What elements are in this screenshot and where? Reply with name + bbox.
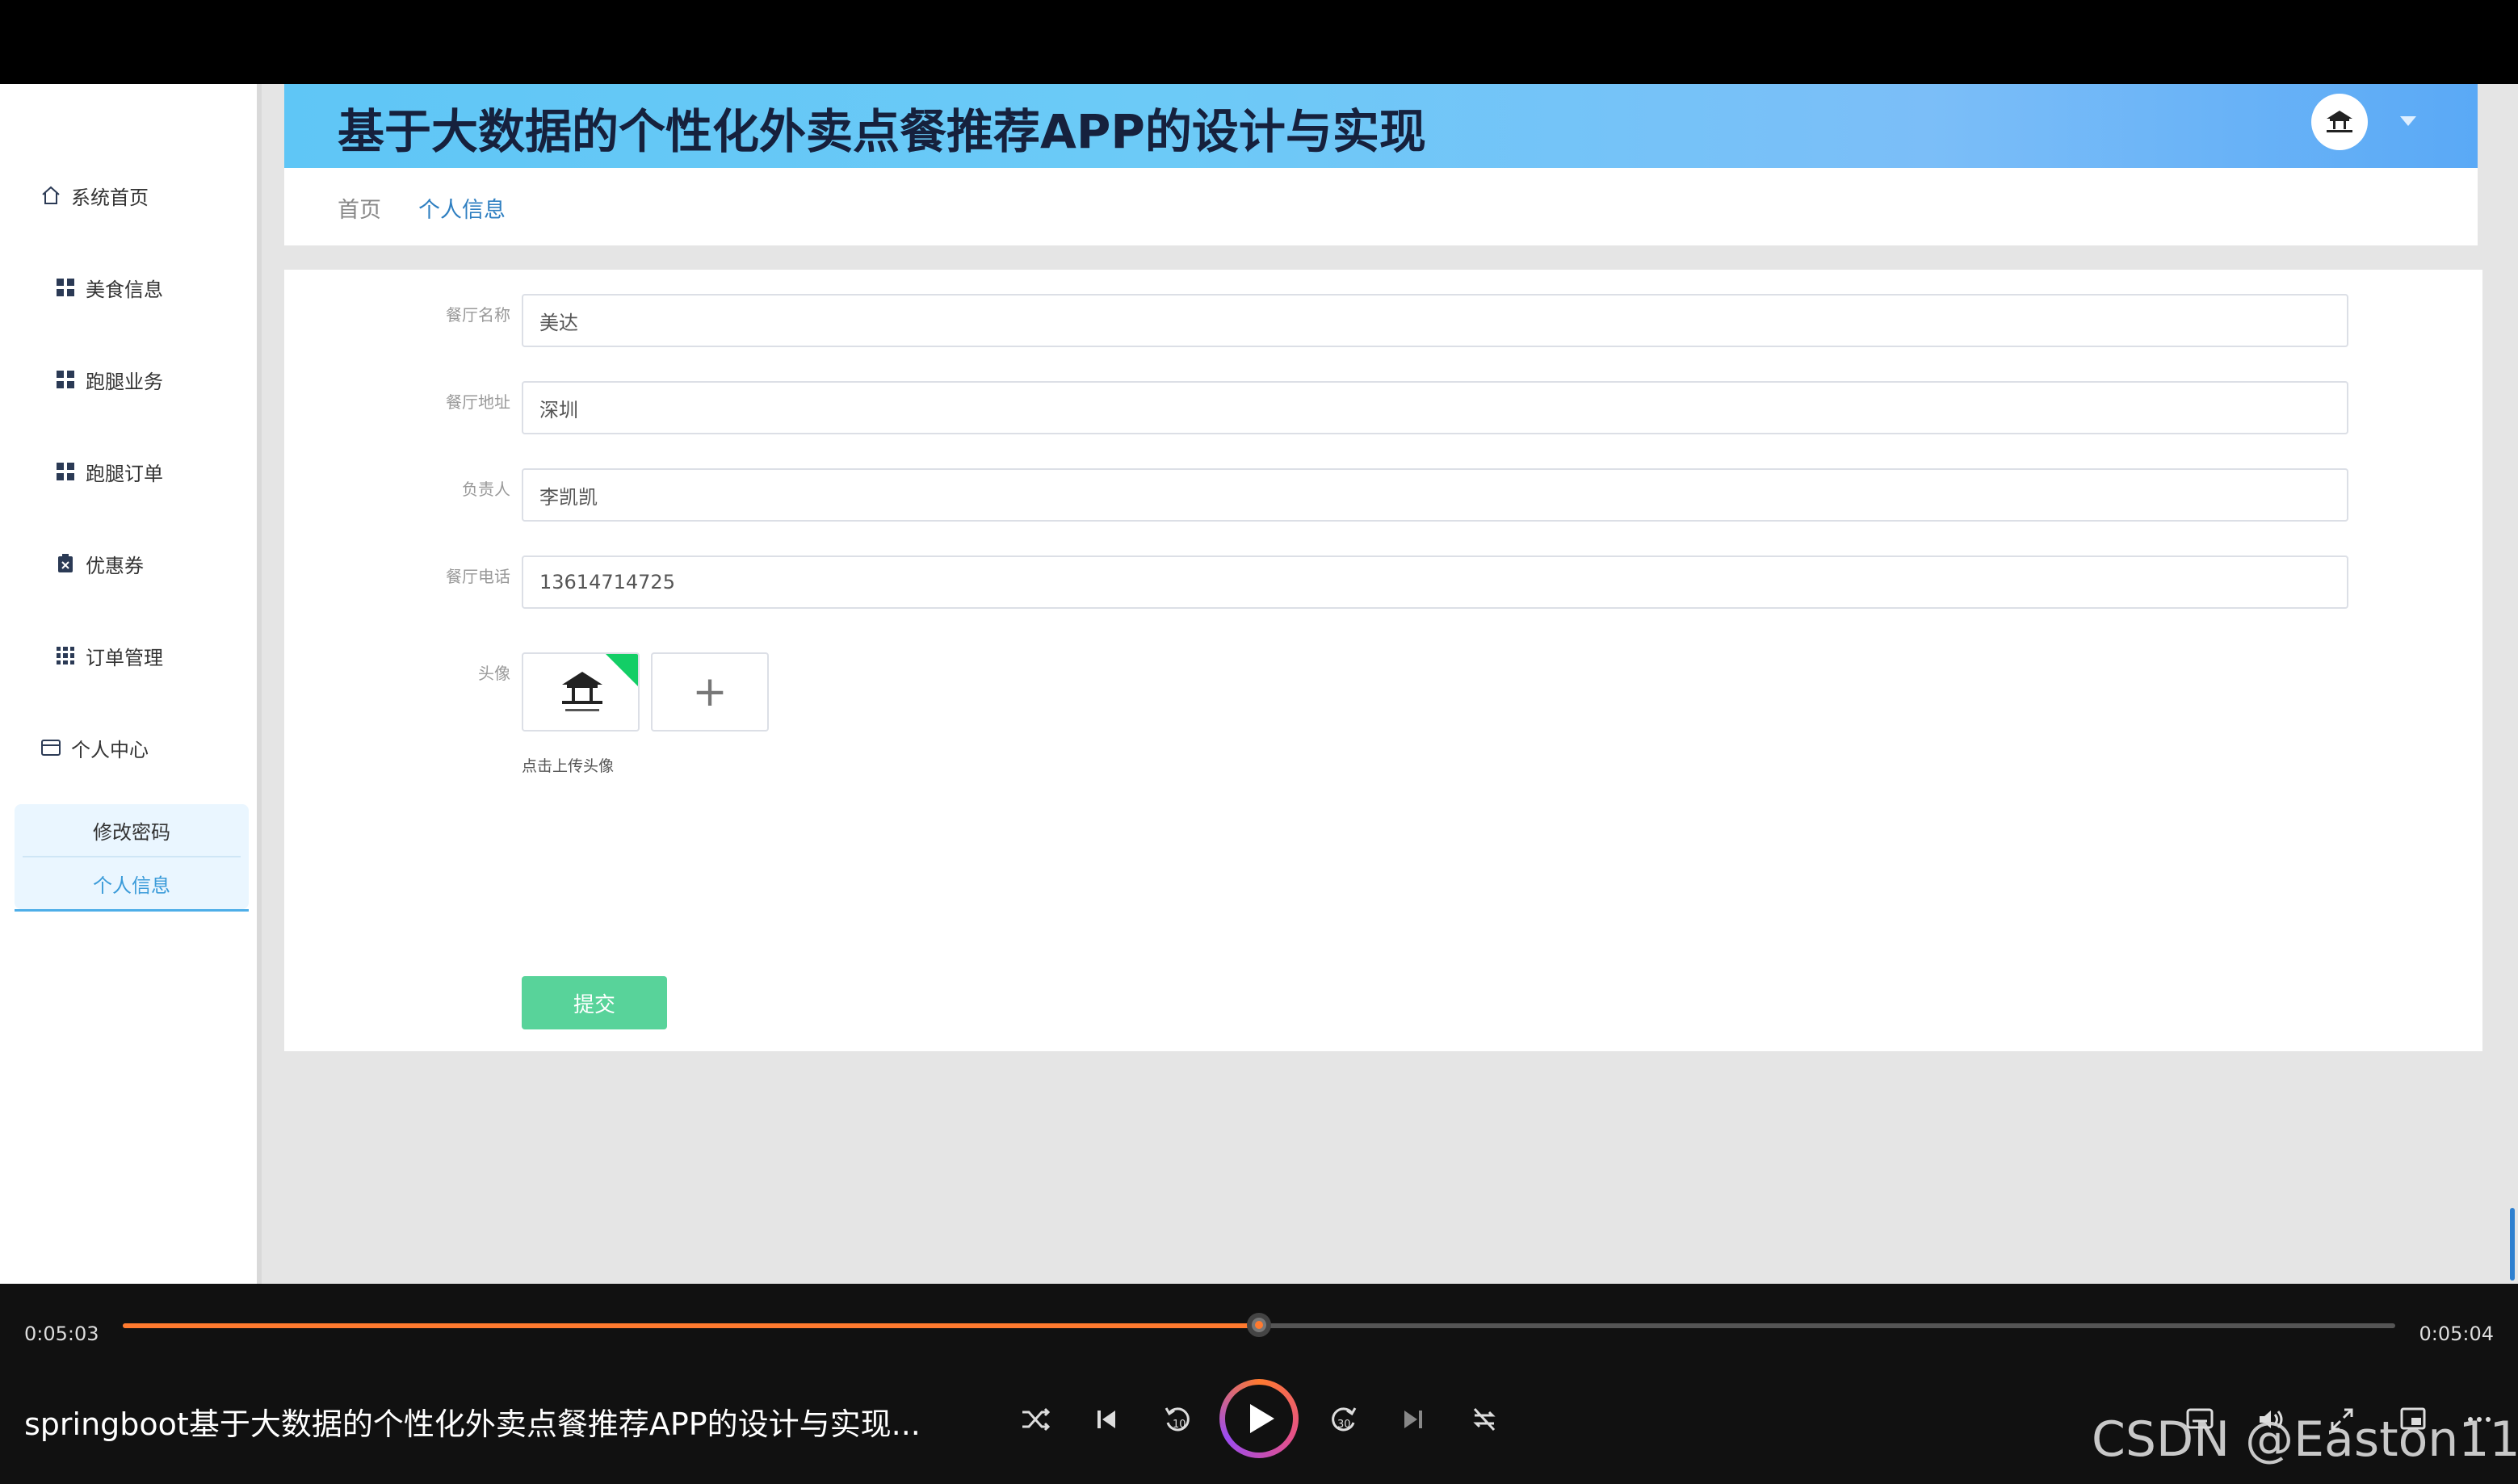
input-value: 李凯凯 (539, 485, 598, 509)
svg-text:10: 10 (1173, 1419, 1186, 1431)
previous-icon[interactable] (1082, 1395, 1131, 1444)
repeat-off-icon[interactable] (1460, 1395, 1509, 1444)
input-value: 13614714725 (539, 571, 675, 593)
sidebar-item-label: 优惠券 (86, 554, 144, 577)
restaurant-logo-icon (2327, 111, 2352, 132)
sidebar-item-label: 订单管理 (86, 646, 163, 669)
app-screen: 系统首页 美食信息 跑腿业务 跑腿订单 优惠券 订单管理 个人中心 修改密码 个… (0, 84, 2518, 1284)
current-time: 0:05:03 (24, 1323, 99, 1345)
restaurant-phone-input[interactable]: 13614714725 (522, 555, 2348, 609)
owner-input[interactable]: 李凯凯 (522, 468, 2348, 522)
svg-text:30: 30 (1337, 1419, 1351, 1431)
page-title: 基于大数据的个性化外卖点餐推荐APP的设计与实现 (338, 104, 1426, 159)
restaurant-address-input[interactable]: 深圳 (522, 381, 2348, 434)
sidebar-item-label: 跑腿订单 (86, 462, 163, 485)
avatar-thumbnail[interactable] (522, 652, 640, 732)
progress-played (123, 1323, 1259, 1328)
sidebar: 系统首页 美食信息 跑腿业务 跑腿订单 优惠券 订单管理 个人中心 修改密码 个… (0, 84, 262, 1284)
restaurant-address-label: 餐厅地址 (446, 392, 510, 412)
upload-button[interactable]: + (651, 652, 769, 732)
restaurant-phone-label: 餐厅电话 (446, 567, 510, 586)
page-scrollbar[interactable] (2510, 1208, 2515, 1281)
personal-center-submenu: 修改密码 个人信息 (15, 804, 249, 912)
upload-tip: 点击上传头像 (522, 757, 615, 775)
plus-icon: + (692, 668, 728, 716)
breadcrumb-bar: 首页 个人信息 (284, 168, 2478, 245)
input-value: 美达 (539, 311, 578, 334)
sidebar-item-label: 跑腿业务 (86, 370, 163, 393)
personal-info-form: 餐厅名称 美达 餐厅地址 深圳 负责人 李凯凯 餐厅电话 13614714725… (284, 270, 2482, 1051)
rewind-10-icon[interactable]: 10 (1153, 1395, 1202, 1444)
sidebar-item-label: 个人中心 (71, 738, 149, 761)
grid9-icon (53, 643, 78, 668)
grid-icon (53, 459, 78, 484)
grid-icon (53, 275, 78, 300)
user-avatar[interactable] (2311, 94, 2368, 150)
input-value: 深圳 (539, 398, 578, 421)
grid-icon (53, 367, 78, 392)
submenu-item-change-password[interactable]: 修改密码 (15, 804, 249, 856)
play-icon (1225, 1385, 1293, 1453)
app-header: 基于大数据的个性化外卖点餐推荐APP的设计与实现 (284, 84, 2478, 168)
submenu-item-personal-info[interactable]: 个人信息 (15, 857, 249, 912)
play-button[interactable] (1219, 1379, 1299, 1458)
sidebar-item-label: 美食信息 (86, 278, 163, 301)
submenu-item-label: 修改密码 (93, 820, 170, 844)
clipboard-icon (53, 551, 78, 576)
restaurant-name-input[interactable]: 美达 (522, 294, 2348, 347)
sidebar-item-errand-business[interactable]: 跑腿业务 (53, 363, 163, 396)
progress-handle[interactable] (1247, 1313, 1271, 1337)
uploaded-badge (604, 654, 638, 688)
sidebar-item-errand-orders[interactable]: 跑腿订单 (53, 455, 163, 488)
sidebar-item-coupons[interactable]: 优惠券 (53, 547, 144, 580)
next-icon[interactable] (1389, 1395, 1437, 1444)
breadcrumb-current[interactable]: 个人信息 (418, 192, 506, 224)
video-title: springboot基于大数据的个性化外卖点餐推荐APP的设计与实现... (24, 1406, 921, 1442)
sidebar-item-home[interactable]: 系统首页 (39, 179, 149, 212)
owner-label: 负责人 (462, 480, 510, 499)
video-top-letterbox (0, 0, 2518, 84)
restaurant-name-label: 餐厅名称 (446, 305, 510, 325)
sidebar-item-order-management[interactable]: 订单管理 (53, 639, 163, 672)
submit-button[interactable]: 提交 (522, 976, 667, 1029)
submenu-item-label: 个人信息 (93, 874, 170, 897)
breadcrumb-home[interactable]: 首页 (338, 192, 381, 224)
home-icon (39, 183, 63, 208)
forward-30-icon[interactable]: 30 (1320, 1395, 1368, 1444)
avatar-label: 头像 (478, 664, 510, 683)
shuffle-icon[interactable] (1011, 1395, 1060, 1444)
total-time: 0:05:04 (2419, 1323, 2494, 1345)
csdn-watermark: CSDN @Easton111 (2092, 1411, 2518, 1468)
chevron-down-icon[interactable] (2400, 116, 2416, 126)
sidebar-item-personal-center[interactable]: 个人中心 (39, 732, 149, 764)
sidebar-item-label: 系统首页 (71, 186, 149, 209)
card-icon (39, 736, 63, 760)
sidebar-item-food-info[interactable]: 美食信息 (53, 271, 163, 304)
